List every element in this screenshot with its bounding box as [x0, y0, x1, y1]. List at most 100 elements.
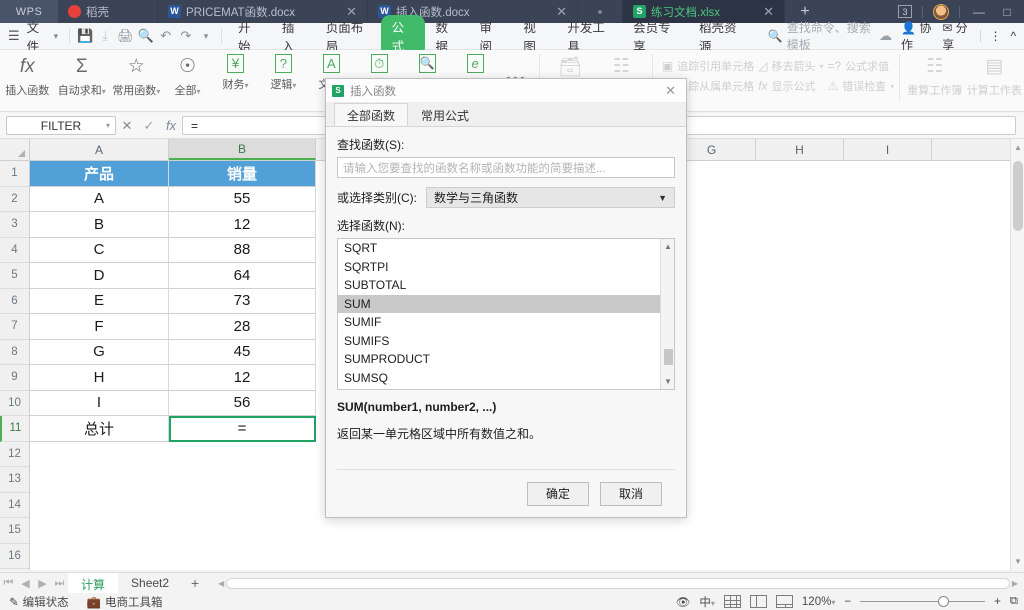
- column-header-b[interactable]: B: [169, 139, 316, 160]
- cell-b2[interactable]: 55: [169, 186, 316, 212]
- row-header-6[interactable]: 6: [0, 288, 29, 314]
- close-icon[interactable]: ✕: [755, 4, 774, 20]
- fullscreen-icon[interactable]: ⧉: [1010, 595, 1018, 608]
- row-header-16[interactable]: 16: [0, 543, 29, 569]
- ribbon-insert-function[interactable]: fx 插入函数: [0, 54, 55, 98]
- category-select[interactable]: 数学与三角函数 ▼: [426, 187, 675, 208]
- minimize-button[interactable]: —: [970, 5, 988, 19]
- select-all-corner[interactable]: [0, 139, 30, 160]
- list-item[interactable]: SUMIFS: [338, 332, 660, 351]
- function-list-scrollbar[interactable]: ▲ ▼: [660, 239, 674, 389]
- zoom-level[interactable]: 120%▾: [802, 596, 835, 608]
- scrollbar-thumb[interactable]: [226, 577, 1010, 589]
- row-header-8[interactable]: 8: [0, 339, 29, 365]
- column-header-a[interactable]: A: [30, 139, 169, 160]
- scroll-right-icon[interactable]: ▶: [1012, 579, 1018, 588]
- maximize-button[interactable]: □: [998, 5, 1016, 19]
- last-sheet-button[interactable]: ⏭: [51, 577, 68, 590]
- row-header-14[interactable]: 14: [0, 492, 29, 518]
- window-count-badge[interactable]: 3: [898, 5, 912, 18]
- list-item[interactable]: SUMPRODUCT: [338, 350, 660, 369]
- more-options-icon[interactable]: ⋮: [989, 29, 1001, 43]
- cell-row-15[interactable]: [30, 518, 1024, 544]
- list-item[interactable]: SQRTPI: [338, 258, 660, 277]
- row-header-1[interactable]: 1: [0, 161, 29, 187]
- cell-a6[interactable]: E: [30, 288, 169, 314]
- scroll-down-icon[interactable]: ▼: [1014, 557, 1022, 566]
- list-item[interactable]: SUMIF: [338, 313, 660, 332]
- ribbon-name-manager[interactable]: 🗃: [545, 54, 596, 79]
- normal-view-icon[interactable]: [723, 595, 741, 608]
- ribbon-recalc-workbook[interactable]: ☷ 重算工作簿: [905, 54, 964, 98]
- ribbon-logical[interactable]: ? 逻辑▾: [259, 54, 307, 92]
- row-header-12[interactable]: 12: [0, 441, 29, 467]
- avatar[interactable]: [933, 3, 949, 20]
- cell-b10[interactable]: 56: [169, 390, 316, 416]
- first-sheet-button[interactable]: ⏮: [0, 577, 17, 590]
- list-item[interactable]: SUMSQ: [338, 369, 660, 388]
- next-sheet-button[interactable]: ▶: [34, 577, 51, 590]
- tab-common-formulas[interactable]: 常用公式: [408, 103, 482, 126]
- cell-a8[interactable]: G: [30, 339, 169, 365]
- page-break-icon[interactable]: [775, 595, 793, 608]
- scroll-up-icon[interactable]: ▲: [661, 242, 675, 251]
- ok-button[interactable]: 确定: [527, 481, 589, 506]
- sheet-tab-jisuan[interactable]: 计算: [68, 572, 119, 594]
- undo-icon[interactable]: ↶: [156, 28, 176, 44]
- ecommerce-toolbox-button[interactable]: 💼 电商工具箱: [78, 594, 172, 610]
- chevron-down-icon[interactable]: ▾: [106, 121, 110, 130]
- row-header-9[interactable]: 9: [0, 365, 29, 391]
- cell-a11[interactable]: 总计: [30, 416, 169, 442]
- chevron-down-icon[interactable]: ▾: [52, 31, 65, 42]
- confirm-formula-button[interactable]: ✓: [138, 118, 160, 134]
- row-header-4[interactable]: 4: [0, 237, 29, 263]
- cell-b3[interactable]: 12: [169, 212, 316, 238]
- cell-b8[interactable]: 45: [169, 339, 316, 365]
- save-as-icon[interactable]: ⤓: [95, 28, 115, 44]
- row-header-3[interactable]: 3: [0, 212, 29, 238]
- cell-a9[interactable]: H: [30, 365, 169, 391]
- row-header-5[interactable]: 5: [0, 263, 29, 289]
- prev-sheet-button[interactable]: ◀: [17, 577, 34, 590]
- list-item-selected[interactable]: SUM: [338, 294, 660, 313]
- row-header-10[interactable]: 10: [0, 390, 29, 416]
- ribbon-trace-precedents[interactable]: ▣ 追踪引用单元格: [662, 58, 754, 74]
- hamburger-icon[interactable]: ☰: [0, 28, 24, 44]
- list-item[interactable]: SUBTOTAL: [338, 276, 660, 295]
- print-preview-icon[interactable]: 🔍: [135, 28, 155, 44]
- cell-a7[interactable]: F: [30, 314, 169, 340]
- redo-icon[interactable]: ↷: [176, 28, 196, 44]
- cloud-sync-icon[interactable]: ☁: [879, 28, 892, 44]
- cell-row-16[interactable]: [30, 544, 1024, 570]
- ribbon-evaluate-formula[interactable]: =? 公式求值: [827, 58, 894, 74]
- cell-a4[interactable]: C: [30, 237, 169, 263]
- row-header-13[interactable]: 13: [0, 467, 29, 493]
- collaborate-button[interactable]: 👤 协作: [901, 19, 933, 53]
- row-header-15[interactable]: 15: [0, 518, 29, 544]
- close-icon[interactable]: ✕: [661, 83, 680, 99]
- cell-b9[interactable]: 12: [169, 365, 316, 391]
- add-sheet-button[interactable]: +: [182, 575, 208, 591]
- page-layout-icon[interactable]: [749, 595, 767, 608]
- print-icon[interactable]: 🖨: [115, 28, 135, 44]
- collapse-ribbon-icon[interactable]: ^: [1010, 29, 1016, 43]
- cell-a5[interactable]: D: [30, 263, 169, 289]
- ribbon-all-functions[interactable]: ☉ 全部▾: [164, 54, 212, 98]
- tab-all-functions[interactable]: 全部函数: [334, 103, 409, 126]
- cancel-formula-button[interactable]: ✕: [116, 118, 138, 134]
- scrollbar-thumb[interactable]: [664, 349, 673, 365]
- scroll-up-icon[interactable]: ▲: [1014, 143, 1022, 152]
- slider-knob[interactable]: [937, 596, 949, 607]
- ribbon-calc-sheet[interactable]: ▤ 计算工作表: [965, 54, 1024, 98]
- row-header-7[interactable]: 7: [0, 314, 29, 340]
- cell-b4[interactable]: 88: [169, 237, 316, 263]
- search-command-box[interactable]: 🔍 查找命令、搜索模板: [768, 19, 879, 53]
- name-box[interactable]: FILTER ▾: [6, 116, 116, 135]
- cell-b1[interactable]: 销量: [169, 161, 316, 187]
- sheet-tab-sheet2[interactable]: Sheet2: [118, 573, 182, 594]
- tab-daoke[interactable]: 稻壳: [58, 0, 158, 23]
- scrollbar-thumb[interactable]: [1013, 161, 1023, 231]
- row-header-2[interactable]: 2: [0, 186, 29, 212]
- ribbon-financial[interactable]: ¥ 财务▾: [212, 54, 260, 92]
- ribbon-autosum[interactable]: Σ 自动求和▾: [55, 54, 110, 98]
